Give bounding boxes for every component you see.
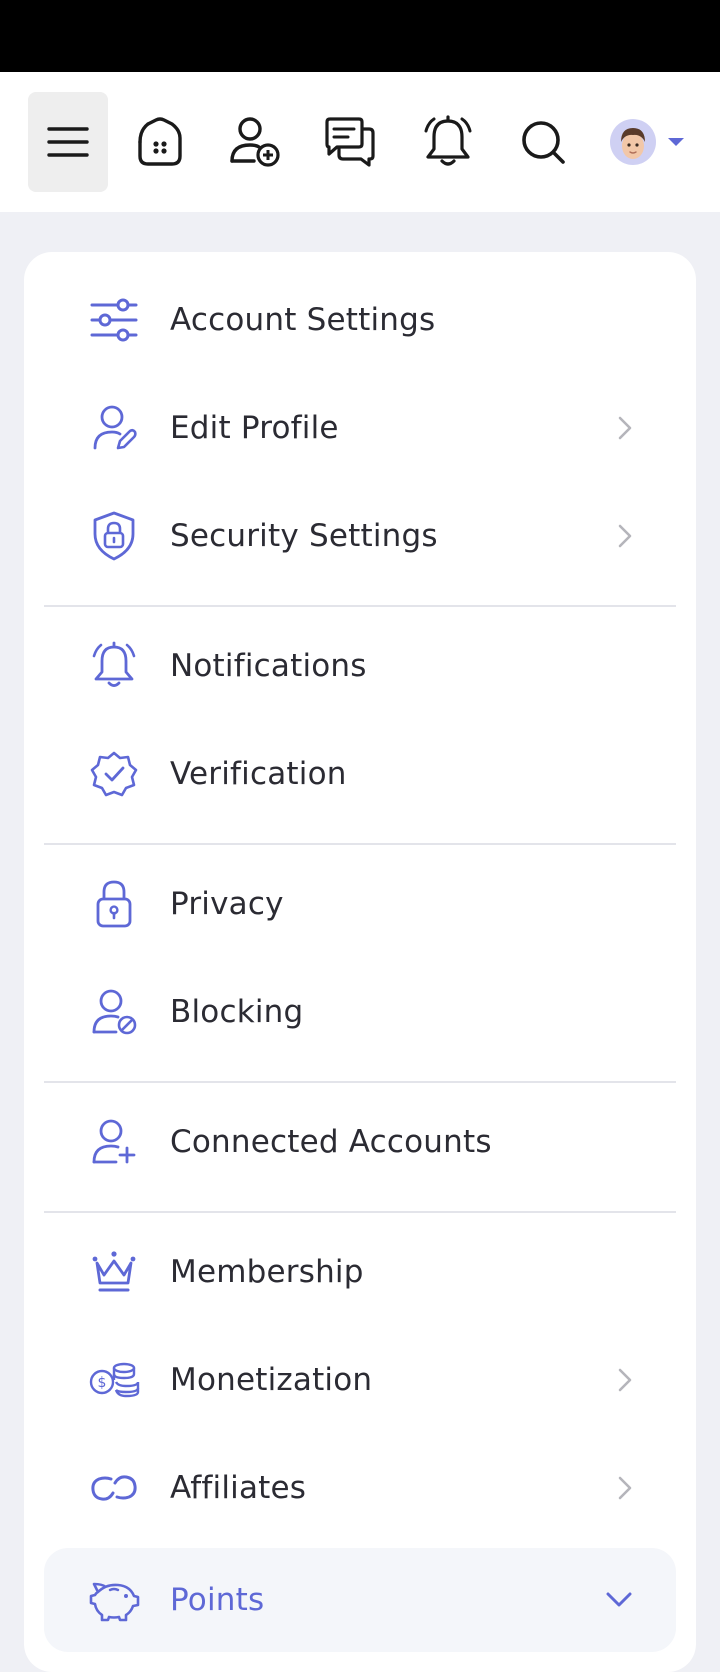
menu-item-label: Blocking bbox=[170, 994, 304, 1030]
menu-item-label: Verification bbox=[170, 756, 347, 792]
menu-item-label: Monetization bbox=[170, 1362, 373, 1398]
user-blocked-icon bbox=[87, 985, 141, 1039]
menu-item-connected-accounts[interactable]: Connected Accounts bbox=[44, 1094, 676, 1190]
menu-item-privacy[interactable]: Privacy bbox=[44, 856, 676, 952]
menu-item-verification[interactable]: Verification bbox=[44, 726, 676, 822]
user-add-icon bbox=[87, 1115, 141, 1169]
add-user-icon bbox=[230, 117, 280, 167]
divider bbox=[44, 1211, 676, 1213]
menu-button[interactable] bbox=[28, 92, 108, 192]
notifications-button[interactable] bbox=[408, 92, 488, 192]
bell-icon bbox=[424, 115, 472, 166]
menu-item-label: Privacy bbox=[170, 886, 284, 922]
menu-item-affiliates[interactable]: Affiliates bbox=[44, 1440, 676, 1536]
add-friend-button[interactable] bbox=[215, 92, 295, 192]
menu-item-notifications[interactable]: Notifications bbox=[44, 618, 676, 714]
menu-item-label: Edit Profile bbox=[170, 410, 339, 446]
chevron-right-icon bbox=[618, 524, 632, 548]
menu-item-blocking[interactable]: Blocking bbox=[44, 964, 676, 1060]
chevron-right-icon bbox=[618, 1476, 632, 1500]
divider bbox=[44, 605, 676, 607]
avatar bbox=[610, 119, 656, 165]
menu-item-label: Security Settings bbox=[170, 518, 438, 554]
menu-item-account-settings[interactable]: Account Settings bbox=[44, 272, 676, 368]
shield-lock-icon bbox=[87, 509, 141, 563]
bell-icon bbox=[87, 639, 141, 693]
messages-button[interactable] bbox=[310, 92, 390, 192]
verified-badge-icon bbox=[87, 747, 141, 801]
caret-down-icon bbox=[668, 138, 684, 146]
user-edit-icon bbox=[87, 401, 141, 455]
menu-item-label: Account Settings bbox=[170, 302, 436, 338]
chevron-right-icon bbox=[618, 416, 632, 440]
divider bbox=[44, 1081, 676, 1083]
piggy-bank-icon bbox=[87, 1573, 141, 1627]
chevron-down-icon bbox=[606, 1592, 632, 1607]
menu-item-security-settings[interactable]: Security Settings bbox=[44, 488, 676, 584]
search-button[interactable] bbox=[503, 92, 583, 192]
chevron-right-icon bbox=[618, 1368, 632, 1392]
menu-item-label: Notifications bbox=[170, 648, 367, 684]
menu-item-label: Affiliates bbox=[170, 1470, 307, 1506]
divider bbox=[44, 843, 676, 845]
menu-item-edit-profile[interactable]: Edit Profile bbox=[44, 380, 676, 476]
search-icon bbox=[522, 121, 565, 164]
menu-item-label: Points bbox=[170, 1582, 265, 1618]
home-button[interactable] bbox=[120, 92, 200, 192]
chat-icon bbox=[325, 117, 375, 167]
menu-icon bbox=[47, 127, 89, 157]
crown-icon bbox=[87, 1245, 141, 1299]
settings-menu-card: Account Settings Edit Profile Security S… bbox=[24, 252, 696, 1672]
status-bar bbox=[0, 0, 720, 72]
menu-item-label: Connected Accounts bbox=[170, 1124, 492, 1160]
menu-item-monetization[interactable]: $ Monetization bbox=[44, 1332, 676, 1428]
sliders-icon bbox=[87, 293, 141, 347]
home-icon bbox=[138, 117, 182, 166]
link-icon bbox=[87, 1461, 141, 1515]
top-navigation-bar bbox=[0, 72, 720, 212]
coins-icon: $ bbox=[87, 1353, 141, 1407]
menu-item-points[interactable]: Points bbox=[44, 1548, 676, 1652]
profile-menu-button[interactable] bbox=[610, 112, 684, 172]
svg-text:$: $ bbox=[98, 1375, 107, 1391]
menu-item-membership[interactable]: Membership bbox=[44, 1224, 676, 1320]
lock-icon bbox=[87, 877, 141, 931]
menu-item-label: Membership bbox=[170, 1254, 364, 1290]
